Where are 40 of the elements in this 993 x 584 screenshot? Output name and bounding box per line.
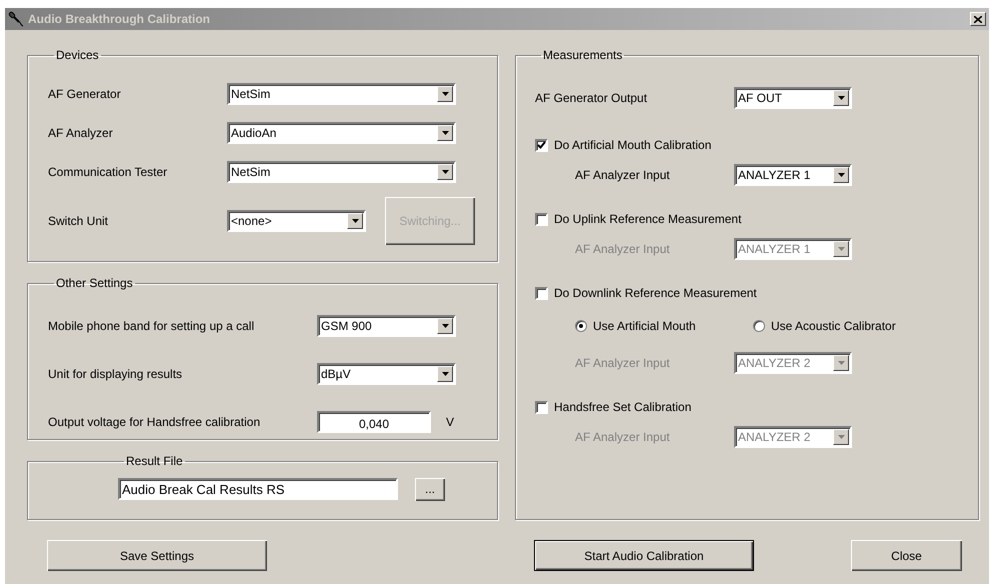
window-title: Audio Breakthrough Calibration	[28, 12, 212, 26]
dropdown[interactable]: ANALYZER 1	[734, 164, 852, 186]
browse-button[interactable]: ...	[415, 478, 445, 500]
field-label: Unit for displaying results	[48, 367, 184, 381]
file-name-field[interactable]: Audio Break Cal Results RS	[118, 478, 398, 500]
radio-label[interactable]: Use Acoustic Calibrator	[771, 319, 896, 333]
group-title: Measurements	[542, 48, 624, 62]
save-settings-button[interactable]: Save Settings	[47, 540, 267, 571]
field-label: Switch Unit	[48, 214, 110, 228]
group-title: Other Settings	[55, 276, 134, 290]
radio-option[interactable]: Use Acoustic Calibrator	[753, 319, 931, 333]
field-label: AF Analyzer Input	[575, 356, 671, 370]
field-label: AF Generator Output	[535, 91, 648, 105]
group-title: Devices	[55, 48, 100, 62]
field-label: AF Generator	[48, 86, 122, 100]
dropdown[interactable]: NetSim	[227, 160, 456, 182]
dropdown[interactable]: GSM 900	[317, 315, 456, 337]
close-button[interactable]: Close	[851, 540, 962, 571]
start-calibration-button[interactable]: Start Audio Calibration	[534, 540, 754, 571]
checkbox-label[interactable]: Handsfree Set Calibration	[554, 400, 692, 414]
field-label: Output voltage for Handsfree calibration	[48, 415, 262, 429]
checkbox-label[interactable]: Do Uplink Reference Measurement	[554, 212, 742, 226]
radio-option[interactable]: Use Artificial Mouth	[575, 319, 753, 333]
dropdown[interactable]: AF OUT	[734, 87, 852, 109]
field-label: AF Analyzer	[48, 126, 114, 140]
dropdown[interactable]: NetSim	[227, 82, 456, 104]
field-label: AF Analyzer Input	[575, 242, 671, 256]
field-label: AF Analyzer Input	[575, 430, 671, 444]
field-label: AF Analyzer Input	[575, 168, 671, 182]
dropdown[interactable]: dBµV	[317, 363, 456, 385]
field-label: Mobile phone band for setting up a call	[48, 319, 256, 333]
number-field[interactable]: 0,040	[317, 411, 431, 433]
unit-label: V	[446, 415, 454, 429]
radio-label[interactable]: Use Artificial Mouth	[593, 319, 696, 333]
group-title: Result File	[125, 454, 184, 468]
field-label: Communication Tester	[48, 164, 168, 178]
checkbox-label[interactable]: Do Artificial Mouth Calibration	[554, 138, 712, 152]
checkbox-label[interactable]: Do Downlink Reference Measurement	[554, 286, 757, 300]
dropdown[interactable]: <none>	[227, 210, 366, 232]
dropdown[interactable]: AudioAn	[227, 122, 456, 144]
